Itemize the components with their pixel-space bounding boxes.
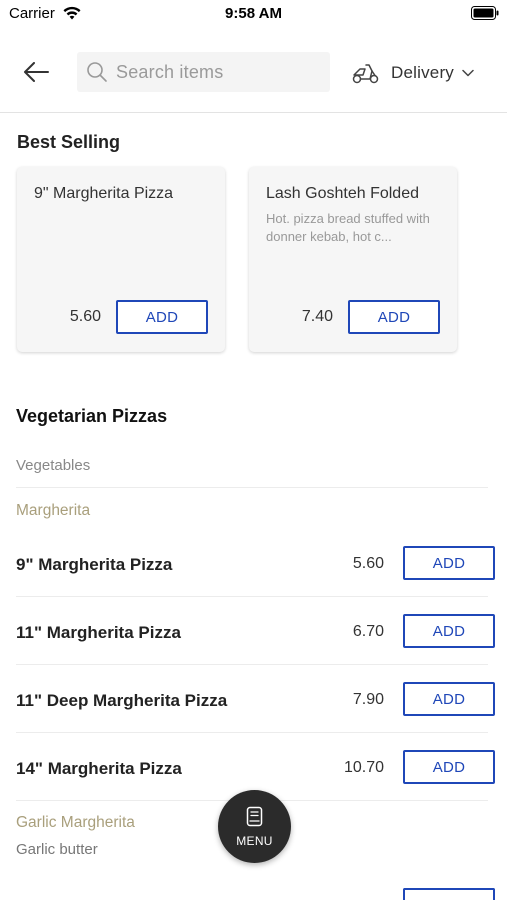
search-input[interactable]: Search items [77,52,330,92]
menu-item-row[interactable]: 14" Margherita Pizza 10.70 ADD [0,750,507,790]
divider [16,487,488,488]
vegetarian-section-title: Vegetarian Pizzas [16,406,168,426]
item-price: 5.60 [352,555,384,572]
menu-book-icon [246,806,263,827]
delivery-label: Delivery [391,63,455,82]
add-button[interactable]: ADD [116,300,208,334]
item-price: 6.70 [352,623,384,640]
card-price: 7.40 [301,308,333,325]
category-label-margherita: Margherita [16,502,91,519]
best-selling-title: Best Selling [17,132,121,152]
divider [16,596,488,597]
divider [16,664,488,665]
add-button-partial[interactable] [403,888,495,900]
item-name: 14" Margherita Pizza [16,759,182,778]
item-price: 10.70 [343,759,384,776]
battery-icon [471,6,499,20]
item-name: 9" Margherita Pizza [16,555,173,574]
status-bar: Carrier 9:58 AM [0,0,507,28]
search-placeholder: Search items [116,61,224,82]
add-button[interactable]: ADD [403,546,495,580]
menu-item-row[interactable]: 11" Deep Margherita Pizza 7.90 ADD [0,682,507,722]
card-description: Hot. pizza bread stuffed with donner keb… [266,211,430,244]
add-button[interactable]: ADD [403,750,495,784]
category-description: Garlic butter [16,841,98,858]
search-icon [87,62,107,82]
add-button[interactable]: ADD [403,614,495,648]
item-name: 11" Margherita Pizza [16,623,181,642]
back-arrow-icon [24,62,49,82]
card-name: Lash Goshteh Folded [266,185,419,202]
best-selling-card[interactable]: Lash Goshteh Folded Hot. pizza bread stu… [249,167,457,352]
menu-label: MENU [236,834,273,848]
item-name: 11" Deep Margherita Pizza [16,691,228,710]
card-name: 9" Margherita Pizza [34,185,174,202]
category-label-garlic-margherita: Garlic Margherita [16,814,135,831]
add-button[interactable]: ADD [348,300,440,334]
clock: 9:58 AM [225,5,282,22]
divider [16,732,488,733]
chevron-down-icon [462,69,474,77]
add-button[interactable]: ADD [403,682,495,716]
section-subtitle: Vegetables [16,457,91,474]
menu-button[interactable]: MENU [218,790,291,863]
delivery-selector[interactable]: Delivery [352,58,474,88]
item-price: 7.90 [352,691,384,708]
best-selling-card[interactable]: 9" Margherita Pizza 5.60 ADD [17,167,225,352]
scooter-icon [352,64,379,84]
menu-item-row[interactable]: 11" Margherita Pizza 6.70 ADD [0,614,507,654]
header: Search items Delivery [0,40,507,113]
menu-item-row[interactable]: 9" Margherita Pizza 5.60 ADD [0,546,507,586]
card-price: 5.60 [69,308,101,325]
back-button[interactable] [18,56,54,88]
